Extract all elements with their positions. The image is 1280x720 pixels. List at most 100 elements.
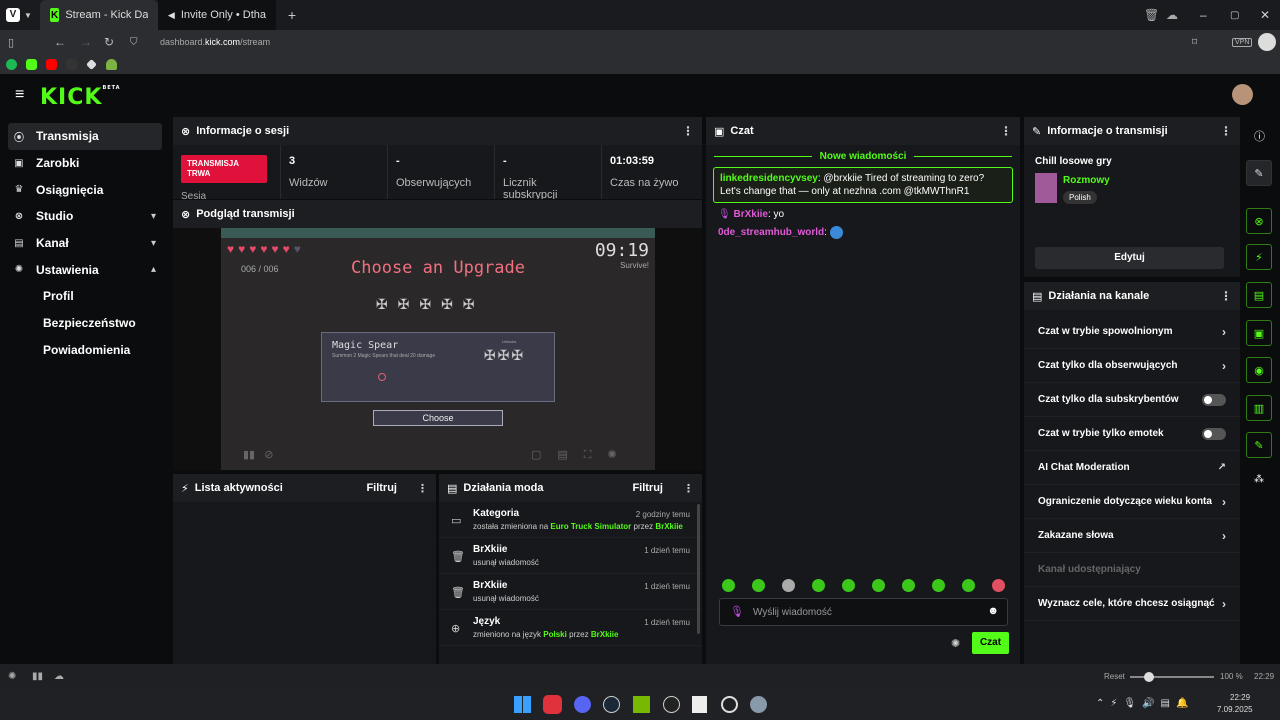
close-button[interactable]: ✕ [1260, 8, 1270, 22]
tab-invite-only[interactable]: ◀ Invite Only • Dthang [157, 0, 276, 30]
kick-bookmark-icon[interactable] [26, 58, 37, 70]
cloud-icon[interactable]: ☁ [1166, 8, 1178, 22]
edit-pen-button[interactable]: ✎ [1246, 160, 1272, 186]
forward-icon[interactable]: → [80, 35, 92, 49]
ai-moderation-row[interactable]: AI Chat Moderation ↗ [1024, 451, 1240, 485]
channel-button[interactable]: ▥ [1246, 395, 1272, 421]
lightning-button[interactable]: ⚡ [1246, 244, 1272, 270]
sidebar-item-zarobki[interactable]: ▣ Zarobki [8, 150, 162, 177]
sidebar-item-osiagniecia[interactable]: ♛ Osiągnięcia [8, 176, 162, 203]
kebab-menu-icon[interactable]: ⋮ [682, 124, 694, 138]
filter-button[interactable]: Filtruj [632, 482, 663, 494]
kebab-menu-icon[interactable]: ⋮ [683, 482, 694, 495]
tip-icon[interactable] [66, 58, 77, 70]
obs-icon[interactable] [663, 696, 680, 713]
back-icon[interactable]: ← [54, 35, 66, 49]
stream-video[interactable]: ♥♥♥♥♥♥♥ 006 / 006 Choose an Upgrade 09:1… [221, 228, 655, 470]
emote-icon[interactable] [752, 579, 765, 592]
earnings-icon: ▣ [14, 157, 24, 169]
emoji-icon[interactable]: ☻ [987, 605, 999, 617]
vpn-badge[interactable]: VPN [1232, 37, 1253, 47]
avatar[interactable] [1258, 33, 1276, 51]
emote-icon[interactable] [962, 579, 975, 592]
filter-button[interactable]: Filtruj [366, 482, 397, 494]
scrollbar[interactable] [697, 504, 700, 634]
emote-icon[interactable] [932, 579, 945, 592]
panel-toggle-icon[interactable]: ▯ [8, 36, 14, 49]
mod-button[interactable]: ▤ [1246, 282, 1272, 308]
send-chat-button[interactable]: Czat [972, 632, 1009, 654]
cloud-icon[interactable]: ☁ [54, 671, 64, 682]
kebab-menu-icon[interactable]: ⋮ [417, 482, 428, 495]
sidebar-item-studio[interactable]: ⊗ Studio ▾ [8, 203, 162, 230]
android-icon[interactable] [106, 58, 117, 70]
chevron-right-icon: › [1222, 596, 1226, 611]
tiling-icon[interactable]: ▮▮ [32, 671, 43, 682]
emote-icon[interactable] [902, 579, 915, 592]
broadcast-button[interactable]: ◉ [1246, 357, 1272, 383]
emote-icon[interactable] [722, 579, 735, 592]
app-icon[interactable] [721, 696, 738, 713]
spotify-icon[interactable] [6, 58, 17, 70]
discord-icon[interactable] [574, 696, 591, 713]
maximize-button[interactable]: ▢ [1230, 10, 1239, 21]
kick-logo[interactable]: KICKBETA [40, 85, 121, 110]
zoom-slider[interactable] [1130, 672, 1214, 682]
goals-row[interactable]: Wyznacz cele, które chcesz osiągnąć › [1024, 587, 1240, 621]
sidebar-item-bezpieczenstwo[interactable]: Bezpieczeństwo [8, 310, 162, 337]
nvidia-icon[interactable] [633, 696, 650, 713]
dots-icon[interactable]: ⁂ [1254, 474, 1264, 485]
edit-button[interactable]: Edytuj [1035, 247, 1224, 269]
sidebar-item-profil[interactable]: Profil [8, 283, 162, 310]
mod-actions-panel: ▤ Działania moda Filtruj ⋮ ▭ Kategoria został… [439, 474, 702, 664]
settings-icon[interactable]: ✺ [8, 671, 16, 682]
emote-icon[interactable] [782, 579, 795, 592]
emote-icon[interactable] [992, 579, 1005, 592]
vivaldi-icon[interactable] [543, 695, 562, 714]
emote-icon[interactable] [872, 579, 885, 592]
reload-icon[interactable]: ↻ [104, 35, 114, 49]
sidebar-item-transmisja[interactable]: ⦿ Transmisja [8, 123, 162, 150]
sidebar-item-ustawienia[interactable]: ✺ Ustawienia ▴ [8, 256, 162, 283]
reset-label[interactable]: Reset [1104, 672, 1125, 681]
sidebar-item-kanal[interactable]: ▤ Kanał ▾ [8, 230, 162, 257]
sidebar-item-powiadomienia[interactable]: Powiadomienia [8, 337, 162, 364]
info-icon[interactable]: ⓘ [1254, 128, 1265, 144]
steam-icon[interactable] [603, 696, 620, 713]
preview-icon: ⊗ [181, 208, 191, 221]
url-field[interactable]: dashboard.kick.com/stream [160, 37, 270, 47]
hamburger-menu-icon[interactable]: ≡ [15, 86, 24, 104]
epic-icon[interactable] [692, 696, 707, 713]
bookmark-icon[interactable]: ⌑ [1192, 37, 1197, 48]
kebab-menu-icon[interactable]: ⋮ [1000, 124, 1012, 138]
new-tab-button[interactable]: + [288, 7, 296, 23]
wrench-button[interactable]: ✎ [1246, 432, 1272, 458]
chat-input[interactable]: 🎙 Wyślij wiadomość ☻ [719, 598, 1008, 626]
banned-words-row[interactable]: Zakazane słowa › [1024, 519, 1240, 553]
chevron-down-icon[interactable]: ▼ [24, 11, 32, 20]
chat-settings-icon[interactable]: ✺ [951, 637, 960, 650]
choose-button[interactable]: Choose [373, 410, 503, 426]
emote-icon[interactable] [842, 579, 855, 592]
subscribers-only-toggle[interactable] [1202, 393, 1226, 406]
kebab-menu-icon[interactable]: ⋮ [1220, 124, 1232, 138]
minimize-button[interactable]: – [1200, 8, 1207, 22]
account-age-row[interactable]: Ograniczenie dotyczące wieku konta › [1024, 485, 1240, 519]
mic-icon: 🎙 [730, 606, 744, 618]
trash-icon[interactable]: 🗑 [1144, 8, 1159, 22]
kebab-menu-icon[interactable]: ⋮ [1220, 289, 1232, 303]
profile-avatar[interactable] [1232, 84, 1253, 105]
followers-only-row[interactable]: Czat tylko dla obserwujących › [1024, 349, 1240, 383]
emote-only-toggle[interactable] [1202, 427, 1226, 440]
diamond-icon[interactable] [86, 58, 97, 70]
emote-icon[interactable] [812, 579, 825, 592]
slow-mode-row[interactable]: Czat w trybie spowolnionym › [1024, 315, 1240, 349]
tab-stream-dashboard[interactable]: K Stream - Kick Dashboard [39, 0, 158, 30]
gear-icon[interactable] [750, 696, 767, 713]
windows-start-icon[interactable] [514, 696, 531, 713]
studio-button[interactable]: ⊗ [1246, 208, 1272, 234]
chat-button[interactable]: ▣ [1246, 320, 1272, 346]
youtube-icon[interactable] [46, 58, 57, 70]
vivaldi-menu-icon[interactable]: V [6, 8, 20, 22]
category-link[interactable]: Rozmowy [1063, 175, 1110, 186]
